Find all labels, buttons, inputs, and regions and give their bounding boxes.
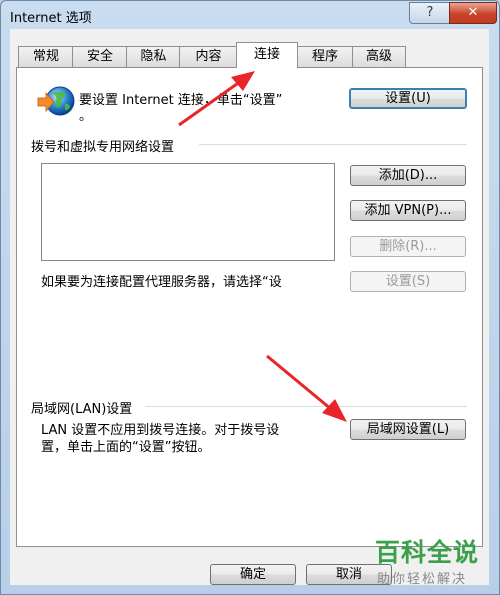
close-button[interactable]: ✕ (449, 2, 497, 24)
setup-button[interactable]: 设置(U) (349, 88, 467, 109)
lan-group-divider (145, 406, 467, 407)
delete-connection-button[interactable]: 删除(R)... (350, 236, 466, 257)
ok-button[interactable]: 确定 (210, 564, 296, 585)
window-title: Internet 选项 (10, 11, 92, 26)
tab-security[interactable]: 安全 (72, 46, 128, 67)
watermark-slogan: 助你轻松解决 (377, 572, 468, 587)
tab-content[interactable]: 内容 (179, 46, 238, 67)
setup-instruction-line1: 要设置 Internet 连接，单击“设置” (79, 93, 283, 108)
setup-instruction-line2: 。 (79, 109, 93, 124)
watermark-brand: 百科全说 (375, 538, 480, 567)
lan-note-line2: 置，单击上面的“设置”按钮。 (41, 440, 211, 455)
help-button[interactable]: ? (409, 2, 451, 24)
lan-note-line1: LAN 设置不应用到拨号连接。对于拨号设 (41, 423, 280, 438)
dialup-settings-button[interactable]: 设置(S) (350, 271, 466, 292)
dialup-vpn-group-title: 拨号和虚拟专用网络设置 (31, 140, 175, 155)
lan-group-title: 局域网(LAN)设置 (31, 402, 133, 417)
tab-advanced[interactable]: 高级 (352, 46, 406, 67)
title-bar[interactable]: Internet 选项 ? ✕ (1, 1, 499, 29)
tab-general[interactable]: 常规 (18, 46, 74, 67)
connections-panel: 要设置 Internet 连接，单击“设置” 。 设置(U) 拨号和虚拟专用网络… (16, 67, 483, 547)
lan-settings-button[interactable]: 局域网设置(L) (350, 419, 466, 440)
watermark: 百科全说 助你轻松解决 (363, 530, 497, 590)
tab-connections[interactable]: 连接 (236, 42, 298, 68)
add-connection-button[interactable]: 添加(D)... (350, 165, 466, 186)
connection-list[interactable] (41, 163, 335, 261)
internet-globe-icon (37, 86, 75, 116)
dialog-client-area: 常规 安全 隐私 内容 连接 程序 高级 要设置 Internet 连接，单击“… (10, 29, 489, 585)
add-vpn-button[interactable]: 添加 VPN(P)... (350, 200, 466, 221)
dialup-group-divider (199, 144, 467, 145)
internet-options-window: Internet 选项 ? ✕ 常规 安全 隐私 内容 连接 程序 高级 要设置… (0, 0, 500, 595)
tab-programs[interactable]: 程序 (296, 46, 354, 67)
proxy-note: 如果要为连接配置代理服务器，请选择“设 (41, 275, 282, 290)
tab-privacy[interactable]: 隐私 (126, 46, 181, 67)
